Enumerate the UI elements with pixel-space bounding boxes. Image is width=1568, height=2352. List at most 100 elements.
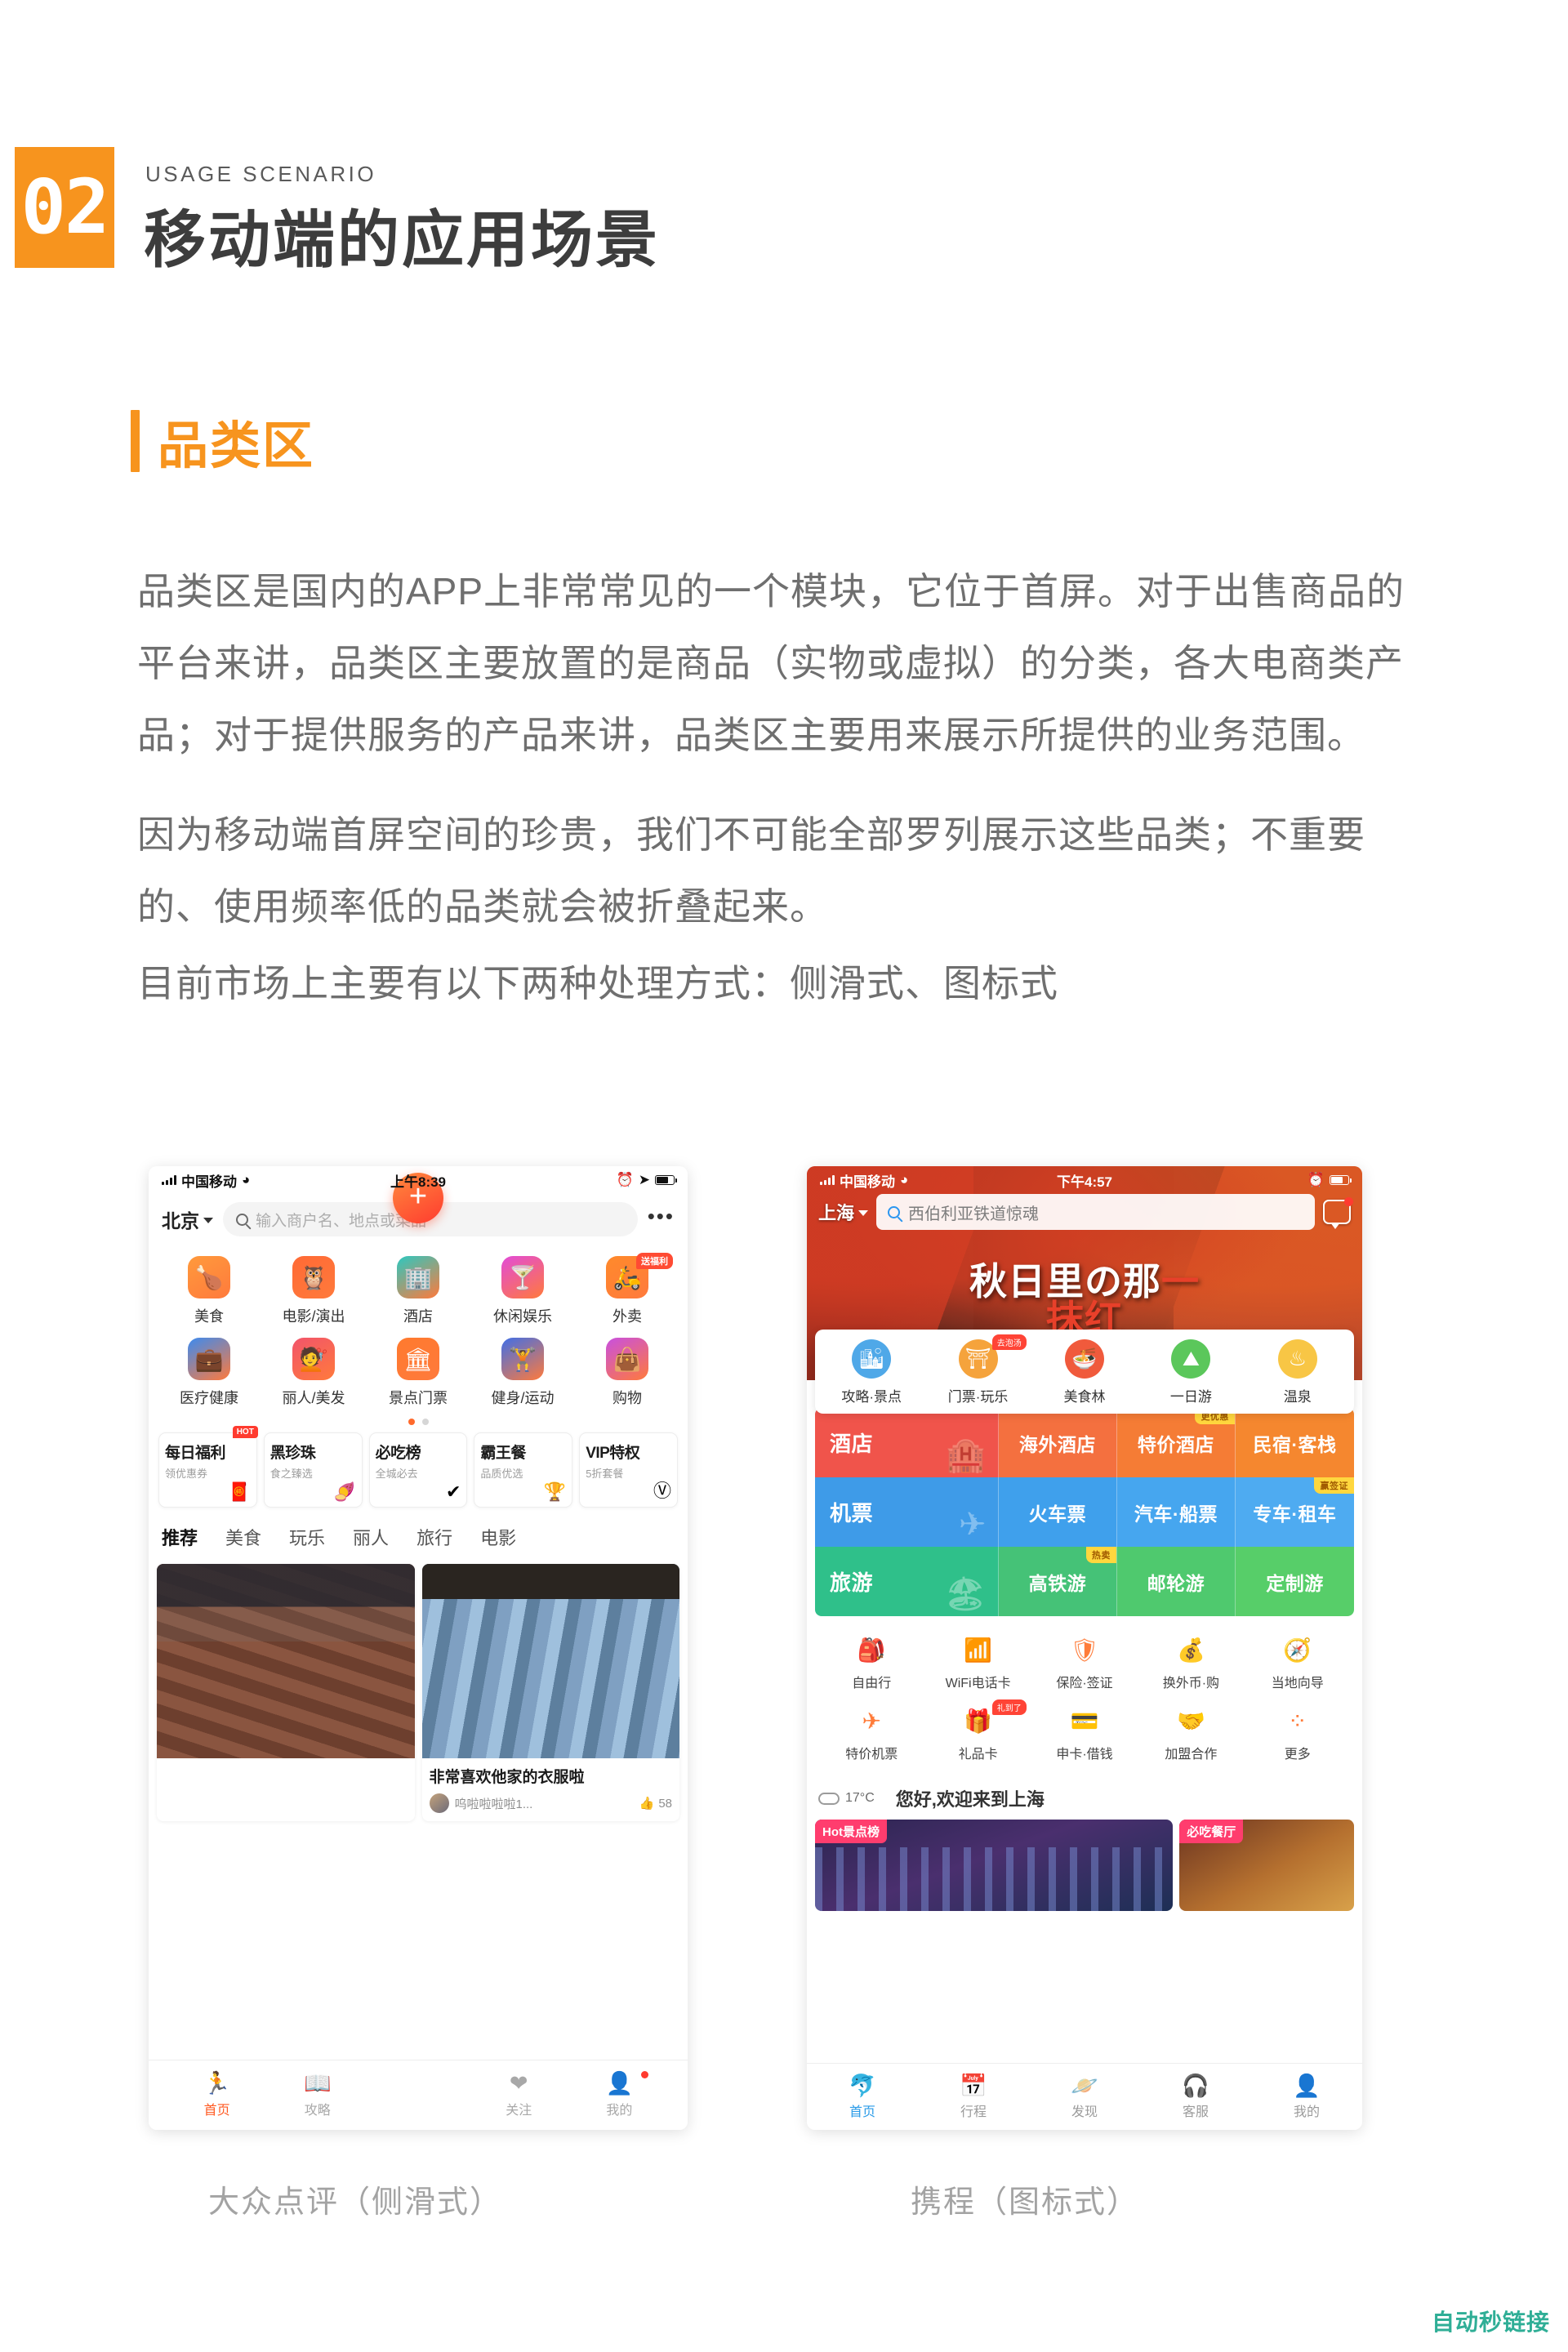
category-item-1[interactable]: 🦉 电影/演出 (261, 1256, 366, 1326)
feed-tab-4[interactable]: 旅行 (416, 1524, 452, 1557)
category-item-9[interactable]: 👜 购物 (575, 1338, 679, 1408)
ctrip-service-icon-6[interactable]: 礼到了 🎁 礼品卡 (924, 1699, 1031, 1762)
ctrip-top-icon-4[interactable]: ♨ 温泉 (1245, 1339, 1351, 1405)
icon-label: 当地向导 (1271, 1677, 1324, 1690)
feed-tab-2[interactable]: 玩乐 (289, 1524, 325, 1557)
ctrip-service-icon-5[interactable]: ✈ 特价机票 (818, 1704, 924, 1762)
grid-cell-label: 特价酒店 (1137, 1433, 1214, 1455)
ctrip-topbar: 上海 西伯利亚铁道惊魂 (807, 1194, 1362, 1230)
city-label: 北京 (162, 1210, 199, 1232)
feed-card-left[interactable] (157, 1564, 415, 1821)
promo-card-2[interactable]: 必吃榜 全城必去 ✔ (368, 1432, 468, 1508)
grid-cell-2-1[interactable]: 热卖 高铁游 (998, 1547, 1117, 1616)
promo-banner-hot-spots[interactable]: Hot景点榜 (815, 1820, 1174, 1911)
accent-bar (131, 410, 140, 472)
grid-cell-2-2[interactable]: 邮轮游 (1116, 1547, 1236, 1616)
tabbar-item-1[interactable]: 📖 攻略 (267, 2072, 368, 2118)
ctrip-service-icon-2[interactable]: 🛡 保险·签证 (1031, 1633, 1138, 1691)
ctrip-top-icon-1[interactable]: 去泡汤 ⛩ 门票·玩乐 (924, 1334, 1031, 1405)
ctrip-service-icon-0[interactable]: 🎒 自由行 (818, 1633, 924, 1691)
grid-cell-label: 旅游 (830, 1570, 874, 1595)
more-button[interactable]: ••• (648, 1205, 675, 1227)
grid-cell-1-3[interactable]: 赢签证 专车·租车 (1235, 1477, 1354, 1547)
ctrip-tabbar-item-0[interactable]: 🐬 首页 (807, 2074, 918, 2120)
tabbar-label: 发现 (1071, 2105, 1098, 2119)
ctrip-tabbar-item-4[interactable]: 👤 我的 (1251, 2074, 1362, 2120)
ctrip-top-icon-3[interactable]: ⛰ 一日游 (1138, 1339, 1244, 1405)
promo-card-1[interactable]: 黑珍珠 食之臻选 🍠 (263, 1432, 363, 1508)
like-count[interactable]: 👍 58 (639, 1796, 672, 1811)
grid-cell-0-3[interactable]: 民宿·客栈 (1235, 1408, 1354, 1477)
category-item-8[interactable]: 🏋 健身/运动 (470, 1338, 575, 1408)
promo-card-title: 必吃榜 (375, 1445, 421, 1462)
grid-cell-0-1[interactable]: 海外酒店 (998, 1408, 1117, 1477)
city-selector[interactable]: 北京 (162, 1205, 213, 1233)
promo-card-4[interactable]: VIP特权 5折套餐 Ⓥ (579, 1432, 678, 1508)
promo-card-3[interactable]: 霸王餐 品质优选 🏆 (474, 1432, 573, 1508)
grid-cell-2-3[interactable]: 定制游 (1235, 1547, 1354, 1616)
feed-card-right[interactable]: 非常喜欢他家的衣服啦 呜啦啦啦啦1... 👍 58 (421, 1564, 679, 1821)
category-item-5[interactable]: 💼 医疗健康 (157, 1338, 261, 1408)
feed-image-food (157, 1564, 415, 1758)
grid-cell-1-0[interactable]: 机票 ✈ (815, 1477, 999, 1547)
ctrip-service-icon-8[interactable]: 🤝 加盟合作 (1138, 1704, 1244, 1762)
battery-icon (655, 1175, 677, 1185)
slide-page: 02 USAGE SCENARIO 移动端的应用场景 品类区 品类区是国内的AP… (0, 0, 1568, 2352)
category-pager[interactable] (149, 1413, 688, 1432)
category-item-2[interactable]: 🏢 酒店 (366, 1256, 470, 1326)
ctrip-tabbar-item-2[interactable]: 🪐 发现 (1029, 2074, 1140, 2120)
ctrip-tabbar-item-1[interactable]: 📅 行程 (918, 2074, 1029, 2120)
feed-tab-1[interactable]: 美食 (225, 1524, 261, 1557)
tabbar-item-0[interactable]: 🏃 首页 (167, 2072, 267, 2118)
grid-ghost-icon: 🏨 (945, 1437, 987, 1473)
ctrip-top-icon-0[interactable]: 🏙 攻略·景点 (818, 1339, 924, 1405)
grid-cell-1-1[interactable]: 火车票 (998, 1477, 1117, 1547)
city-selector[interactable]: 上海 (818, 1199, 869, 1225)
message-icon[interactable] (1323, 1197, 1353, 1229)
ctrip-service-icon-4[interactable]: 🧭 当地向导 (1245, 1633, 1351, 1691)
ctrip-service-icon-7[interactable]: 💳 申卡·借钱 (1031, 1704, 1138, 1762)
search-input[interactable]: 西伯利亚铁道惊魂 (876, 1194, 1315, 1230)
grid-cell-1-2[interactable]: 汽车·船票 (1116, 1477, 1236, 1547)
category-item-3[interactable]: 🍸 休闲娱乐 (470, 1256, 575, 1326)
category-item-4[interactable]: 送福利 🛵 外卖 (575, 1253, 679, 1326)
section-eyebrow: USAGE SCENARIO (145, 162, 377, 186)
promo-card-icon: ✔ (445, 1481, 461, 1502)
grid-cell-2-0[interactable]: 旅游 🏖 (815, 1547, 999, 1616)
category-item-0[interactable]: 🍗 美食 (157, 1256, 261, 1326)
roast-chicken-icon: 🍗 (188, 1256, 230, 1298)
tabbar-icon: 🐬 (849, 2073, 876, 2098)
feed-tab-3[interactable]: 丽人 (353, 1524, 389, 1557)
feed-tab-5[interactable]: 电影 (480, 1524, 516, 1557)
feed-username: 呜啦啦啦啦1... (454, 1797, 533, 1811)
promo-card-title: 黑珍珠 (270, 1445, 316, 1462)
icon-label: 换外币·购 (1162, 1677, 1220, 1690)
status-time: 上午8:39 (390, 1174, 447, 1190)
tabbar-item-3[interactable]: 👤 我的 (569, 2070, 670, 2118)
tabbar-icon: ❤ (509, 2070, 528, 2096)
ctrip-service-icon-9[interactable]: ⁘ 更多 (1245, 1704, 1351, 1762)
ctrip-top-icon-2[interactable]: 🍜 美食林 (1031, 1339, 1138, 1405)
tabbar-label: 首页 (849, 2105, 875, 2119)
caption-right: 携程（图标式） (911, 2185, 1140, 2220)
pager-dot-2[interactable] (421, 1419, 429, 1425)
category-item-7[interactable]: 🏛 景点门票 (366, 1338, 470, 1408)
feed-tab-0[interactable]: 推荐 (159, 1524, 200, 1557)
category-item-6[interactable]: 💇 丽人/美发 (261, 1338, 366, 1408)
pager-dot-1[interactable] (408, 1419, 415, 1425)
grid-row-0: 酒店 🏨 海外酒店 更优惠 特价酒店 民宿·客栈 (815, 1408, 1354, 1477)
grid-cell-label: 汽车·船票 (1134, 1503, 1218, 1525)
ctrip-tabbar-item-3[interactable]: 🎧 客服 (1140, 2074, 1251, 2120)
grid-cell-0-2[interactable]: 更优惠 特价酒店 (1116, 1408, 1236, 1477)
category-label: 外卖 (612, 1308, 642, 1325)
ctrip-service-icon-3[interactable]: 💰 换外币·购 (1138, 1633, 1244, 1691)
grid-badge: 热卖 (1085, 1547, 1116, 1563)
tabbar-item-2[interactable]: ❤ 关注 (469, 2070, 569, 2118)
grid-cell-0-0[interactable]: 酒店 🏨 (815, 1408, 999, 1477)
credit-card-icon: 💳 (1070, 1708, 1099, 1734)
dianping-feed-tabs: 推荐 美食 玩乐 丽人 旅行 电影 (149, 1517, 688, 1557)
promo-banner-restaurants[interactable]: 必吃餐厅 (1179, 1820, 1354, 1911)
ctrip-service-icon-1[interactable]: 📶 WiFi电话卡 (924, 1633, 1031, 1691)
promo-card-0[interactable]: HOT 每日福利 领优惠券 🧧 (158, 1426, 258, 1508)
like-number: 58 (658, 1796, 672, 1811)
